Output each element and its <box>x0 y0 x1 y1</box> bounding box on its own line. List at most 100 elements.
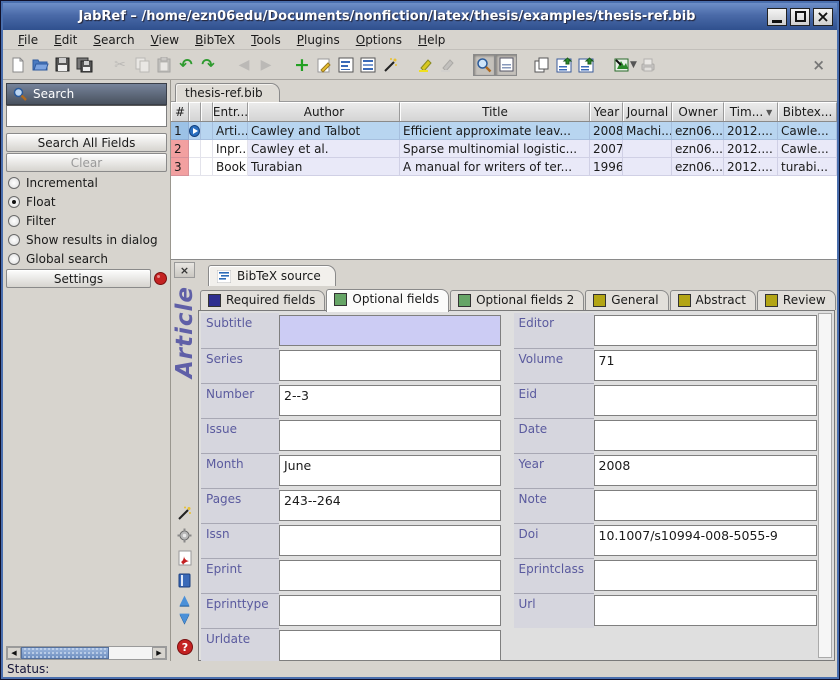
tab-abstract[interactable]: Abstract <box>670 290 756 310</box>
cell-icon[interactable] <box>189 140 201 158</box>
cell-journal[interactable] <box>623 158 672 176</box>
tab-review[interactable]: Review <box>757 290 836 310</box>
cell-title[interactable]: Efficient approximate leav... <box>400 122 590 140</box>
url-input[interactable] <box>594 595 818 626</box>
menu-options[interactable]: Options <box>349 32 409 48</box>
cell-icon[interactable] <box>189 158 201 176</box>
cell-entrytype[interactable]: Book <box>213 158 248 176</box>
tab-bibtex-source[interactable]: BibTeX source <box>208 265 336 286</box>
tab-general[interactable]: General <box>585 290 668 310</box>
cell-number[interactable]: 1 <box>171 122 189 140</box>
header-bibtexkey[interactable]: Bibtex... <box>778 102 837 121</box>
header-author[interactable]: Author <box>248 102 400 121</box>
cell-author[interactable]: Cawley et al. <box>248 140 400 158</box>
menu-bibtex[interactable]: BibTeX <box>188 32 242 48</box>
cell-author[interactable]: Cawley and Talbot <box>248 122 400 140</box>
cell-entrytype[interactable]: Arti... <box>213 122 248 140</box>
number-input[interactable]: 2--3 <box>279 385 501 416</box>
header-journal[interactable]: Journal <box>623 102 672 121</box>
fields-vertical-scrollbar[interactable] <box>818 313 832 658</box>
search-input[interactable] <box>6 105 167 127</box>
radio-float[interactable]: Float <box>6 192 167 211</box>
mark-entries-icon[interactable] <box>415 54 437 76</box>
toggle-search-icon[interactable] <box>473 54 495 76</box>
cell-bibtexkey[interactable]: Cawle... <box>778 140 837 158</box>
new-entry-icon[interactable]: + <box>291 54 313 76</box>
cell-icon-2[interactable] <box>201 140 213 158</box>
month-input[interactable]: June <box>279 455 501 486</box>
table-row[interactable]: 3 Book Turabian A manual for writers of … <box>171 158 837 176</box>
clear-button[interactable]: Clear <box>6 153 167 172</box>
cell-title[interactable]: Sparse multinomial logistic... <box>400 140 590 158</box>
search-help-icon[interactable] <box>154 272 167 285</box>
cell-icon[interactable] <box>189 122 201 140</box>
maximize-button[interactable] <box>790 8 810 26</box>
next-entry-icon[interactable]: ▼ <box>180 613 190 624</box>
entry-editor-close-button[interactable]: × <box>174 262 195 278</box>
series-input[interactable] <box>279 350 501 381</box>
openoffice-dropdown-icon[interactable]: ▼ <box>630 60 637 70</box>
save-database-icon[interactable] <box>51 54 73 76</box>
editor-input[interactable] <box>594 315 818 346</box>
menu-edit[interactable]: Edit <box>47 32 84 48</box>
cell-author[interactable]: Turabian <box>248 158 400 176</box>
eprinttype-input[interactable] <box>279 595 501 626</box>
cell-timestamp[interactable]: 2012.... <box>724 140 778 158</box>
search-all-fields-button[interactable]: Search All Fields <box>6 133 167 152</box>
title-bar[interactable]: JabRef – /home/ezn06edu/Documents/nonfic… <box>3 3 837 30</box>
tab-optional-fields-2[interactable]: Optional fields 2 <box>450 290 584 310</box>
open-database-icon[interactable] <box>29 54 51 76</box>
table-row[interactable]: 2 Inpr... Cawley et al. Sparse multinomi… <box>171 140 837 158</box>
open-file-icon[interactable] <box>178 573 191 588</box>
cell-bibtexkey[interactable]: Cawle... <box>778 122 837 140</box>
radio-filter[interactable]: Filter <box>6 211 167 230</box>
cell-owner[interactable]: ezn06... <box>672 158 724 176</box>
doi-input[interactable]: 10.1007/s10994-008-5055-9 <box>594 525 818 556</box>
edit-preamble-icon[interactable] <box>357 54 379 76</box>
copy-icon[interactable] <box>131 54 153 76</box>
undo-icon[interactable]: ↶ <box>175 54 197 76</box>
menu-tools[interactable]: Tools <box>244 32 288 48</box>
menu-search[interactable]: Search <box>86 32 141 48</box>
volume-input[interactable]: 71 <box>594 350 818 381</box>
cell-number[interactable]: 2 <box>171 140 189 158</box>
radio-global-search[interactable]: Global search <box>6 249 167 268</box>
print-entry-preview-icon[interactable] <box>637 54 659 76</box>
cell-title[interactable]: A manual for writers of ter... <box>400 158 590 176</box>
header-number[interactable]: # <box>171 102 189 121</box>
eid-input[interactable] <box>594 385 818 416</box>
date-input[interactable] <box>594 420 818 451</box>
eprintclass-input[interactable] <box>594 560 818 591</box>
generate-key-wand-icon[interactable] <box>177 506 192 521</box>
note-input[interactable] <box>594 490 818 521</box>
cell-bibtexkey[interactable]: turabi... <box>778 158 837 176</box>
subtitle-input[interactable] <box>279 315 501 346</box>
cell-journal[interactable] <box>623 140 672 158</box>
cut-icon[interactable]: ✂ <box>109 54 131 76</box>
scroll-right-icon[interactable]: ▶ <box>152 647 166 659</box>
header-timestamp[interactable]: Tim...▼ <box>724 102 778 121</box>
duplicate-entry-icon[interactable] <box>531 54 553 76</box>
issue-input[interactable] <box>279 420 501 451</box>
scrollbar-track[interactable] <box>109 647 152 659</box>
cell-timestamp[interactable]: 2012.... <box>724 122 778 140</box>
previous-entry-icon[interactable]: ▲ <box>180 595 190 606</box>
open-pdf-icon[interactable] <box>178 550 192 566</box>
cell-owner[interactable]: ezn06... <box>672 122 724 140</box>
settings-button[interactable]: Settings <box>6 269 151 288</box>
header-entrytype[interactable]: Entr... <box>213 102 248 121</box>
toggle-entry-preview-icon[interactable] <box>495 54 517 76</box>
cell-year[interactable]: 1996 <box>590 158 623 176</box>
minimize-button[interactable] <box>767 8 787 26</box>
pages-input[interactable]: 243--264 <box>279 490 501 521</box>
cell-icon-2[interactable] <box>201 158 213 176</box>
header-year[interactable]: Year <box>590 102 623 121</box>
scrollbar-thumb[interactable] <box>21 647 109 659</box>
cell-timestamp[interactable]: 2012.... <box>724 158 778 176</box>
header-title[interactable]: Title <box>400 102 590 121</box>
cell-owner[interactable]: ezn06... <box>672 140 724 158</box>
save-all-icon[interactable] <box>73 54 95 76</box>
issn-input[interactable] <box>279 525 501 556</box>
unmark-entries-icon[interactable] <box>437 54 459 76</box>
table-row[interactable]: 1 Arti... Cawley and Talbot Efficient ap… <box>171 122 837 140</box>
